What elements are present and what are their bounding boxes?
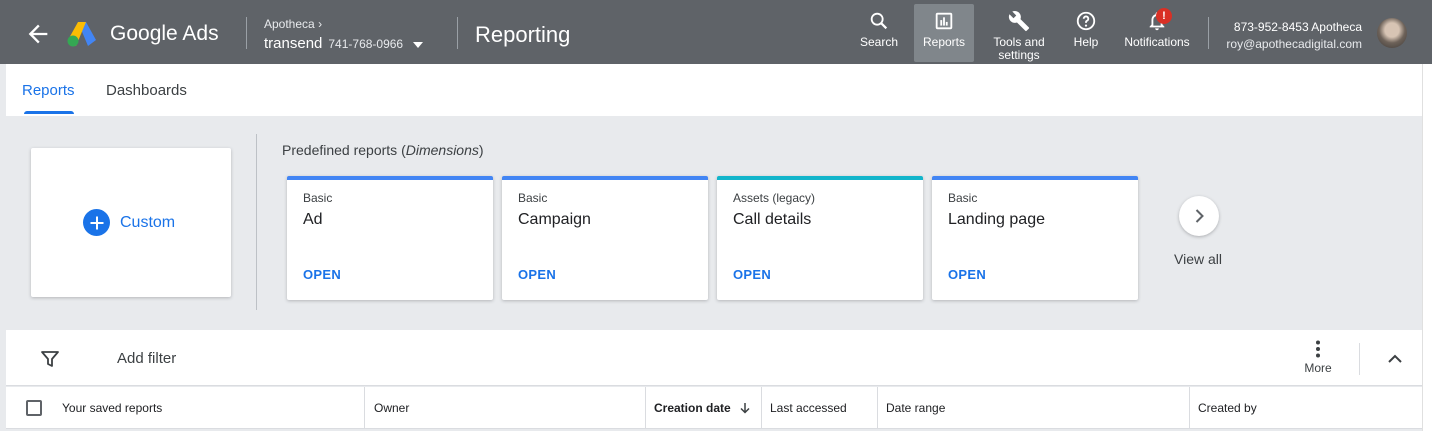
back-arrow-icon[interactable] xyxy=(24,20,52,48)
card-title: Campaign xyxy=(518,211,591,228)
column-header-created-by[interactable]: Created by xyxy=(1198,401,1257,415)
avatar[interactable] xyxy=(1377,18,1407,48)
account-selector[interactable]: transend 741-768-0966 xyxy=(264,35,424,52)
column-divider xyxy=(364,387,365,429)
predefined-reports-title: Predefined reports (Dimensions) xyxy=(282,142,484,158)
divider xyxy=(1208,17,1209,49)
more-label: More xyxy=(1304,361,1332,375)
more-vert-icon xyxy=(1316,340,1320,358)
tools-settings-button[interactable]: Tools and settings xyxy=(984,4,1054,62)
wrench-icon xyxy=(1008,11,1030,32)
add-filter-button[interactable]: Add filter xyxy=(117,350,176,367)
user-account-phone: 873-952-8453 Apotheca xyxy=(1233,20,1362,34)
filter-bar: Add filter More xyxy=(6,330,1422,386)
report-gallery: Custom Predefined reports (Dimensions) B… xyxy=(6,116,1422,330)
account-parent[interactable]: Apotheca › xyxy=(264,17,322,31)
filter-icon[interactable] xyxy=(40,349,60,369)
card-category: Basic xyxy=(948,191,978,205)
open-button[interactable]: OPEN xyxy=(733,267,771,282)
divider xyxy=(1359,343,1360,375)
search-button[interactable]: Search xyxy=(852,4,906,62)
help-button[interactable]: Help xyxy=(1064,4,1108,62)
search-icon xyxy=(870,12,888,30)
open-button[interactable]: OPEN xyxy=(518,267,556,282)
open-button[interactable]: OPEN xyxy=(303,267,341,282)
divider xyxy=(246,17,247,49)
card-title: Call details xyxy=(733,211,812,228)
add-circle-icon xyxy=(83,209,110,236)
column-header-date-range[interactable]: Date range xyxy=(886,401,945,415)
google-ads-logo-icon xyxy=(67,22,96,47)
notifications-button[interactable]: ! Notifications xyxy=(1118,4,1196,62)
table-header: Your saved reports Owner Creation date L… xyxy=(6,387,1422,429)
column-header-last-accessed[interactable]: Last accessed xyxy=(770,401,847,415)
card-category: Basic xyxy=(303,191,333,205)
card-category: Assets (legacy) xyxy=(733,191,816,205)
scrollbar[interactable] xyxy=(1422,64,1432,431)
account-id: 741-768-0966 xyxy=(328,37,404,51)
next-button[interactable] xyxy=(1179,196,1219,236)
help-icon xyxy=(1076,11,1096,31)
column-divider xyxy=(761,387,762,429)
active-tab-indicator xyxy=(24,111,74,114)
column-divider xyxy=(1189,387,1190,429)
tabs-bar: Reports Dashboards xyxy=(6,64,1422,116)
column-divider xyxy=(877,387,878,429)
column-header-saved-reports[interactable]: Your saved reports xyxy=(62,401,162,415)
chevron-right-icon xyxy=(1195,209,1204,223)
user-email: roy@apothecadigital.com xyxy=(1226,37,1362,51)
card-title: Ad xyxy=(303,211,323,228)
notification-badge: ! xyxy=(1156,8,1172,24)
brand-name: Google Ads xyxy=(110,22,219,45)
tab-dashboards[interactable]: Dashboards xyxy=(106,82,187,99)
card-title: Landing page xyxy=(948,211,1045,228)
reports-button[interactable]: Reports xyxy=(914,4,974,62)
chevron-up-icon[interactable] xyxy=(1386,350,1404,368)
dropdown-arrow-icon xyxy=(413,42,424,48)
top-bar: Google Ads Apotheca › transend 741-768-09… xyxy=(0,0,1432,64)
sort-descending-icon xyxy=(740,403,750,414)
select-all-checkbox[interactable] xyxy=(26,400,42,416)
open-button[interactable]: OPEN xyxy=(948,267,986,282)
chevron-right-icon: › xyxy=(318,17,323,31)
bar-chart-icon xyxy=(935,12,953,30)
custom-report-button[interactable]: Custom xyxy=(83,209,175,236)
page-title: Reporting xyxy=(475,22,571,47)
more-button[interactable]: More xyxy=(1298,340,1338,375)
column-header-owner[interactable]: Owner xyxy=(374,401,409,415)
account-name: transend xyxy=(264,35,323,52)
column-divider xyxy=(645,387,646,429)
divider xyxy=(256,134,257,310)
divider xyxy=(457,17,458,49)
report-card-call-details[interactable]: Assets (legacy) Call details OPEN xyxy=(717,176,923,300)
report-card-landing-page[interactable]: Basic Landing page OPEN xyxy=(932,176,1138,300)
report-card-ad[interactable]: Basic Ad OPEN xyxy=(287,176,493,300)
tab-reports[interactable]: Reports xyxy=(22,82,75,99)
card-category: Basic xyxy=(518,191,548,205)
view-all-link[interactable]: View all xyxy=(1174,251,1222,267)
custom-label: Custom xyxy=(120,213,176,231)
column-header-creation-date[interactable]: Creation date xyxy=(654,401,751,415)
custom-report-card[interactable]: Custom xyxy=(31,148,231,297)
report-card-campaign[interactable]: Basic Campaign OPEN xyxy=(502,176,708,300)
